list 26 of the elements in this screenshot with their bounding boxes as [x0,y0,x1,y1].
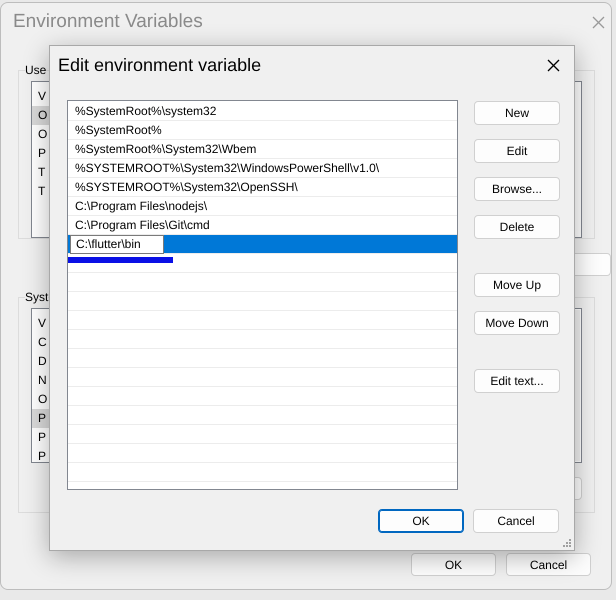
action-button[interactable]: Browse... [474,177,560,201]
resize-grip-icon[interactable] [562,538,572,548]
edit-field[interactable]: C:\flutter\bin [70,234,164,254]
action-button[interactable]: Edit text... [474,369,560,393]
dialog-button[interactable]: Cancel [473,509,559,533]
group-label: Use [25,63,46,77]
path-row[interactable]: %SYSTEMROOT%\System32\WindowsPowerShell\v1.0\ [68,159,457,178]
group-label: Syst [25,290,48,304]
dialog-button[interactable]: Cancel [506,553,591,576]
action-button[interactable]: Edit [474,139,560,163]
dialog-button[interactable]: OK [378,509,464,533]
close-icon[interactable] [547,58,560,72]
action-button[interactable]: Move Down [474,311,560,335]
path-row[interactable]: %SystemRoot%\System32\Wbem [68,140,457,159]
path-row[interactable]: C:\Program Files\nodejs\ [68,197,457,216]
window-title: Environment Variables [13,11,203,33]
action-button[interactable]: New [474,101,560,125]
dialog-title: Edit environment variable [58,54,262,76]
path-row[interactable]: %SystemRoot%\system32 [68,102,457,121]
dialog-button[interactable]: OK [411,553,496,576]
action-button[interactable]: Move Up [474,273,560,297]
action-button[interactable]: Delete [474,215,560,239]
path-row[interactable]: %SYSTEMROOT%\System32\OpenSSH\ [68,178,457,197]
path-row[interactable]: %SystemRoot% [68,121,457,140]
path-list[interactable] [67,100,458,490]
path-row[interactable]: C:\flutter\bin [68,235,457,254]
